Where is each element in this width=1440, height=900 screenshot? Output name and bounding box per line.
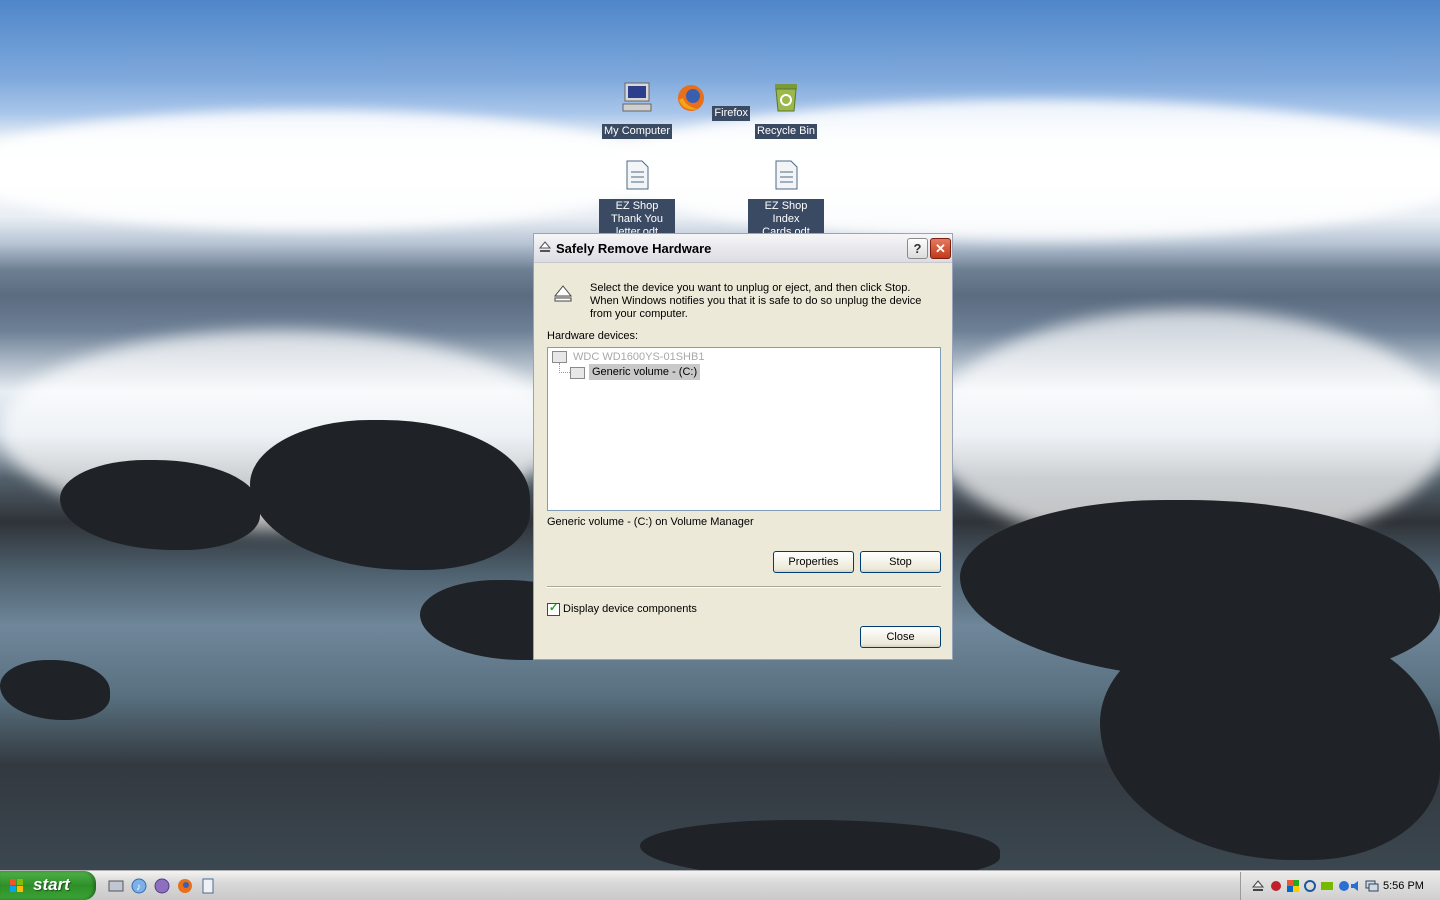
- drive-icon: [552, 351, 567, 363]
- display-icon[interactable]: [1365, 879, 1379, 893]
- properties-button[interactable]: Properties: [773, 551, 854, 573]
- firefox-icon: [677, 85, 704, 111]
- drive-icon: [570, 367, 585, 379]
- safely-remove-hardware-dialog: Safely Remove Hardware ? ✕ Select the de…: [533, 233, 953, 660]
- title-close-button[interactable]: ✕: [930, 238, 951, 259]
- hardware-devices-label: Hardware devices:: [547, 330, 639, 342]
- desktop-icon-label: Firefox: [712, 106, 751, 121]
- tree-item-label: Generic volume - (C:): [589, 364, 701, 380]
- document-icon: [775, 160, 798, 190]
- nvidia-icon[interactable]: [1320, 879, 1334, 893]
- eject-icon: [553, 285, 573, 302]
- network-icon[interactable]: [1303, 879, 1317, 893]
- desktop-icon-ez-shop-thank-you[interactable]: EZ Shop Thank You letter.odt: [597, 158, 677, 240]
- close-button[interactable]: Close: [860, 626, 941, 648]
- device-description: Generic volume - (C:) on Volume Manager: [547, 516, 754, 528]
- wallpaper-rock: [0, 660, 110, 720]
- tree-connector: [559, 372, 570, 373]
- hardware-devices-tree[interactable]: WDC WD1600YS-01SHB1 Generic volume - (C:…: [547, 347, 941, 511]
- start-label: start: [33, 875, 70, 894]
- eject-icon[interactable]: [1251, 879, 1265, 893]
- recycle-bin-icon: [775, 84, 797, 112]
- tree-item-label: WDC WD1600YS-01SHB1: [573, 351, 705, 363]
- document-icon[interactable]: [200, 878, 216, 894]
- wallpaper-rock: [640, 820, 1000, 870]
- dialog-title: Safely Remove Hardware: [556, 241, 712, 256]
- system-tray: 5:56 PM: [1240, 872, 1440, 900]
- document-icon: [626, 160, 649, 190]
- wallpaper-cloud: [600, 100, 1440, 240]
- eject-icon: [539, 241, 551, 252]
- wallpaper-cloud: [0, 110, 660, 230]
- display-components-checkbox[interactable]: ✓: [547, 602, 560, 616]
- start-button[interactable]: start: [0, 871, 96, 900]
- show-desktop-icon[interactable]: [108, 878, 124, 894]
- itunes-icon[interactable]: ♪: [131, 878, 147, 894]
- volume-icon[interactable]: [1349, 879, 1363, 893]
- clock[interactable]: 5:56 PM: [1383, 880, 1424, 892]
- stop-button[interactable]: Stop: [860, 551, 941, 573]
- help-button[interactable]: ?: [907, 238, 928, 259]
- desktop-icon-label: My Computer: [601, 124, 673, 139]
- divider: [547, 586, 941, 588]
- windows-logo-icon: [10, 879, 23, 892]
- desktop-icon-ez-shop-index-cards[interactable]: EZ Shop Index Cards.odt: [746, 158, 826, 240]
- firefox-icon[interactable]: [177, 878, 193, 894]
- desktop-icon-label: Recycle Bin: [754, 124, 818, 139]
- gear-icon[interactable]: [1269, 879, 1283, 893]
- computer-icon: [622, 82, 652, 112]
- flag-icon[interactable]: [1286, 879, 1300, 893]
- desktop-icon-recycle-bin[interactable]: Recycle Bin: [746, 80, 826, 139]
- wallpaper-rock: [60, 460, 260, 550]
- svg-text:♪: ♪: [136, 882, 141, 893]
- dialog-titlebar[interactable]: Safely Remove Hardware ? ✕: [534, 234, 952, 263]
- messenger-icon[interactable]: [154, 878, 170, 894]
- display-components-label[interactable]: Display device components: [563, 603, 697, 615]
- checkmark-icon: ✓: [549, 602, 559, 614]
- taskbar: start ♪ 5:56 PM: [0, 870, 1440, 900]
- desktop-icon-my-computer[interactable]: My Computer: [597, 80, 677, 139]
- desktop-icon-firefox[interactable]: Firefox: [672, 80, 752, 121]
- instructions-text: Select the device you want to unplug or …: [590, 282, 922, 320]
